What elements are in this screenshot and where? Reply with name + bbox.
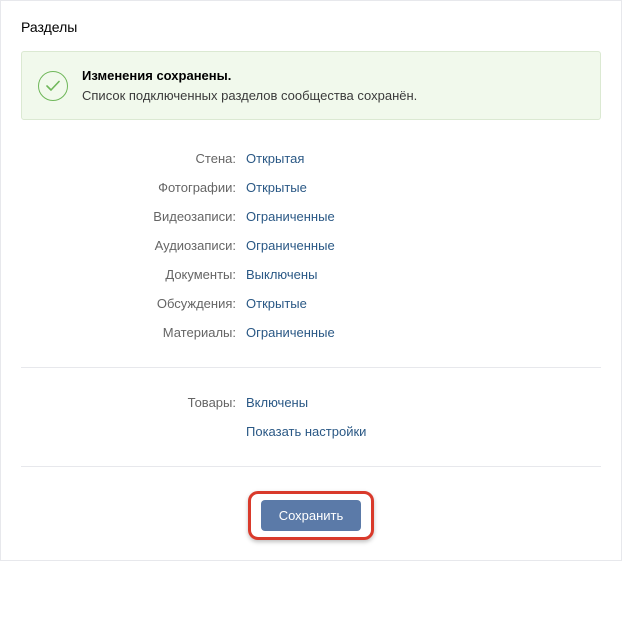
alert-title: Изменения сохранены.	[82, 66, 417, 86]
setting-value-docs[interactable]: Выключены	[246, 267, 317, 282]
divider	[21, 367, 601, 368]
panel-body: Изменения сохранены. Список подключенных…	[1, 51, 621, 540]
setting-value-wall[interactable]: Открытая	[246, 151, 304, 166]
sections-panel: Разделы Изменения сохранены. Список подк…	[0, 0, 622, 561]
setting-label: Фотографии:	[21, 180, 246, 195]
setting-row-docs: Документы: Выключены	[21, 260, 601, 289]
setting-value-materials[interactable]: Ограниченные	[246, 325, 335, 340]
setting-label: Материалы:	[21, 325, 246, 340]
setting-row-goods: Товары: Включены	[21, 388, 601, 417]
setting-row-discussions: Обсуждения: Открытые	[21, 289, 601, 318]
save-row: Сохранить	[21, 481, 601, 540]
setting-label: Аудиозаписи:	[21, 238, 246, 253]
alert-description: Список подключенных разделов сообщества …	[82, 86, 417, 106]
setting-label: Документы:	[21, 267, 246, 282]
alert-text: Изменения сохранены. Список подключенных…	[82, 66, 417, 105]
setting-label: Обсуждения:	[21, 296, 246, 311]
setting-value-audio[interactable]: Ограниченные	[246, 238, 335, 253]
setting-value-videos[interactable]: Ограниченные	[246, 209, 335, 224]
setting-label: Стена:	[21, 151, 246, 166]
setting-value-goods[interactable]: Включены	[246, 395, 308, 410]
setting-value-discussions[interactable]: Открытые	[246, 296, 307, 311]
save-button[interactable]: Сохранить	[261, 500, 362, 531]
setting-row-photos: Фотографии: Открытые	[21, 173, 601, 202]
goods-group: Товары: Включены Показать настройки	[21, 382, 601, 460]
panel-header: Разделы	[1, 1, 621, 51]
panel-title: Разделы	[21, 19, 601, 35]
setting-label: Видеозаписи:	[21, 209, 246, 224]
setting-row-videos: Видеозаписи: Ограниченные	[21, 202, 601, 231]
setting-label: Товары:	[21, 395, 246, 410]
divider	[21, 466, 601, 467]
show-goods-settings-link[interactable]: Показать настройки	[246, 424, 366, 439]
success-alert: Изменения сохранены. Список подключенных…	[21, 51, 601, 120]
setting-row-goods-settings: Показать настройки	[21, 417, 601, 446]
highlight-annotation: Сохранить	[248, 491, 375, 540]
setting-row-materials: Материалы: Ограниченные	[21, 318, 601, 347]
check-circle-icon	[38, 71, 68, 101]
setting-value-photos[interactable]: Открытые	[246, 180, 307, 195]
setting-row-wall: Стена: Открытая	[21, 144, 601, 173]
setting-row-audio: Аудиозаписи: Ограниченные	[21, 231, 601, 260]
sections-group: Стена: Открытая Фотографии: Открытые Вид…	[21, 138, 601, 361]
